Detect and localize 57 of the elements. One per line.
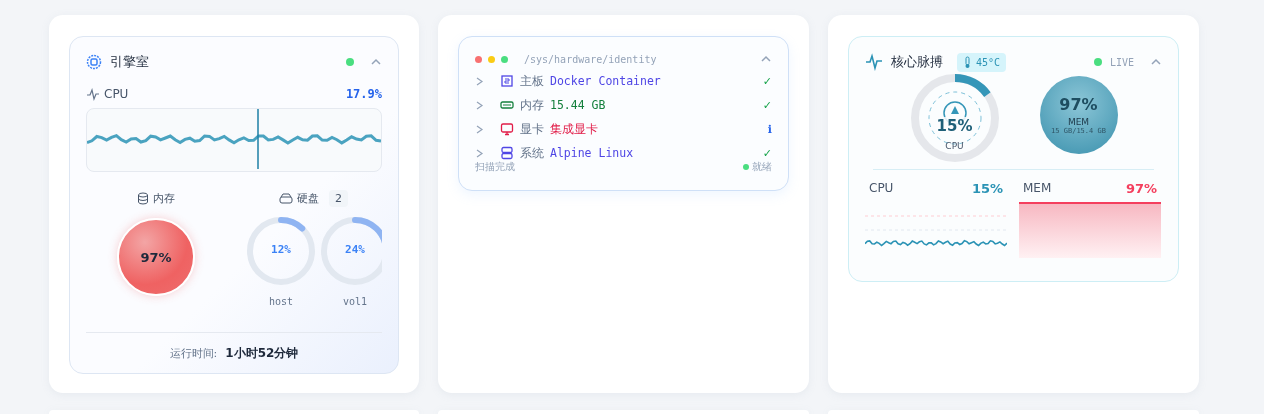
chart-label: CPU <box>869 181 894 195</box>
prompt-chevron-icon <box>475 75 484 87</box>
status-mark: ✓ <box>762 147 772 159</box>
disk-reading: 12% <box>270 243 292 256</box>
disk-label: 硬盘 <box>297 190 319 206</box>
uptime-value: 1小时52分钟 <box>225 344 299 362</box>
window-control-dot[interactable] <box>501 55 508 63</box>
memory-label: 内存 <box>153 190 175 206</box>
status-mark: ✓ <box>762 75 772 87</box>
temperature-reading: 45°C <box>976 56 1001 68</box>
live-label: LIVE <box>1109 56 1134 68</box>
monitor-icon <box>500 122 514 136</box>
scan-status: 扫描完成 <box>475 160 515 174</box>
memory-label: MEM <box>1067 117 1090 127</box>
chip-icon <box>86 54 102 70</box>
heartbeat-icon <box>865 53 883 71</box>
hardware-label: 内存 <box>520 96 544 114</box>
uptime-label: 运行时间: <box>169 345 218 361</box>
hardware-label: 系统 <box>520 144 544 162</box>
cpu-reading: 17.9% <box>345 87 382 101</box>
window-control-dot[interactable] <box>475 55 482 63</box>
window-control-dot[interactable] <box>488 55 495 63</box>
chart-reading: 97% <box>1125 180 1157 196</box>
hardware-value: Docker Container <box>550 74 661 88</box>
cpu-label: CPU <box>104 87 129 101</box>
database-icon <box>137 191 149 205</box>
memory-stick-icon <box>500 98 514 112</box>
status-mark: ℹ <box>767 123 772 135</box>
chart-reading: 15% <box>971 180 1003 196</box>
prompt-chevron-icon <box>475 99 484 111</box>
cpu-label: CPU <box>944 141 965 151</box>
panel-title: 引擎室 <box>110 53 149 71</box>
usage-ring <box>246 216 316 286</box>
hardware-label: 显卡 <box>520 120 544 138</box>
thermometer-icon <box>963 55 972 69</box>
memory-reading: 97% <box>1059 95 1098 114</box>
hardware-value: 集成显卡 <box>550 121 598 137</box>
volume-name: host <box>268 296 294 307</box>
hardware-value: 15.44 GB <box>550 98 606 112</box>
prompt-chevron-icon <box>475 147 484 159</box>
terminal-path: /sys/hardware/identity <box>524 53 657 65</box>
volume-name: vol1 <box>342 296 368 307</box>
server-icon <box>500 146 514 160</box>
circuit-board-icon <box>500 74 514 88</box>
usage-ring <box>320 216 382 286</box>
prompt-chevron-icon <box>475 123 484 135</box>
ready-status: 就绪 <box>752 160 772 174</box>
panel-title: 核心脉搏 <box>891 53 943 71</box>
pulse-icon <box>86 87 100 101</box>
hardware-value: Alpine Linux <box>550 146 634 160</box>
drive-icon <box>279 192 293 204</box>
chart-label: MEM <box>1023 181 1052 195</box>
disk-count: 2 <box>329 189 348 207</box>
memory-sphere: 97% <box>117 218 195 296</box>
disk-reading: 24% <box>344 243 366 256</box>
hardware-label: 主板 <box>520 72 544 90</box>
status-mark: ✓ <box>762 99 772 111</box>
